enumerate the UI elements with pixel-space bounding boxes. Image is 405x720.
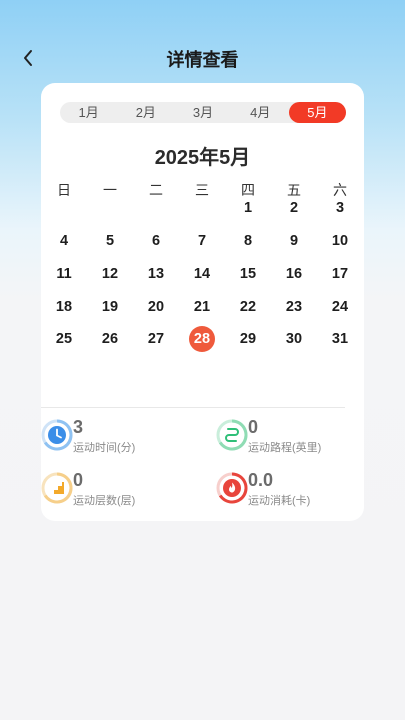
calendar-day[interactable]: 21: [189, 294, 215, 320]
stat-value: 0: [248, 417, 259, 437]
calendar-day[interactable]: 4: [51, 228, 77, 254]
calendar-day[interactable]: 10: [327, 228, 353, 254]
stat-value: 0.0: [248, 470, 274, 490]
stat-label: 运动层数(层): [73, 495, 136, 507]
calendar-day[interactable]: 1: [235, 195, 261, 221]
calendar-day[interactable]: 17: [327, 261, 353, 287]
calendar-day[interactable]: 24: [327, 294, 353, 320]
calendar-day[interactable]: 27: [143, 326, 169, 352]
stat-exercise-distance: 0 运动路程(英里): [216, 417, 356, 457]
stat-exercise-floors: 0 运动层数(层): [41, 470, 181, 510]
calendar-day[interactable]: 20: [143, 294, 169, 320]
stairs-icon: [41, 472, 73, 504]
calendar-day[interactable]: 2: [281, 195, 307, 221]
calendar-day[interactable]: 9: [281, 228, 307, 254]
calendar-day[interactable]: 14: [189, 261, 215, 287]
calendar-day[interactable]: 3: [327, 195, 353, 221]
calendar-day[interactable]: 8: [235, 228, 261, 254]
calendar-day[interactable]: 16: [281, 261, 307, 287]
stat-label: 运动时间(分): [73, 442, 136, 454]
calendar-day[interactable]: 31: [327, 326, 353, 352]
calendar-day[interactable]: 25: [51, 326, 77, 352]
clock-icon: [41, 419, 73, 451]
calendar-day[interactable]: 22: [235, 294, 261, 320]
calendar-day[interactable]: 15: [235, 261, 261, 287]
page-title: 详情查看: [166, 50, 239, 70]
route-icon: [216, 419, 248, 451]
stat-exercise-time: 3 运动时间(分): [41, 417, 181, 457]
calendar-day[interactable]: 11: [51, 261, 77, 287]
header: 详情查看: [0, 40, 405, 76]
stat-label: 运动消耗(卡): [248, 495, 311, 507]
calendar-grid: 1 2 3 4 5 6 7 8 9 10 11 12 13 14 15 16 17 18 19 20 21 22 23 24 2…: [41, 83, 364, 383]
stat-value: 3: [73, 417, 84, 437]
calendar-day[interactable]: 26: [97, 326, 123, 352]
calendar-day[interactable]: 29: [235, 326, 261, 352]
calendar-day[interactable]: 18: [51, 294, 77, 320]
stat-exercise-calories: 0.0 运动消耗(卡): [216, 470, 356, 510]
calendar-day[interactable]: 23: [281, 294, 307, 320]
calendar-day-today[interactable]: 28: [189, 326, 215, 352]
calendar-day[interactable]: 13: [143, 261, 169, 287]
calendar-day[interactable]: 5: [97, 228, 123, 254]
calendar-day[interactable]: 19: [97, 294, 123, 320]
detail-card: 1月 2月 3月 4月 5月 2025年5月 日 一 二 三 四 五 六 123…: [41, 83, 364, 521]
divider: [41, 407, 345, 408]
flame-icon: [216, 472, 248, 504]
calendar-day[interactable]: 30: [281, 326, 307, 352]
calendar-day[interactable]: 12: [97, 261, 123, 287]
calendar-day[interactable]: 7: [189, 228, 215, 254]
calendar-day[interactable]: 6: [143, 228, 169, 254]
stat-value: 0: [73, 470, 84, 490]
stat-label: 运动路程(英里): [248, 442, 322, 454]
